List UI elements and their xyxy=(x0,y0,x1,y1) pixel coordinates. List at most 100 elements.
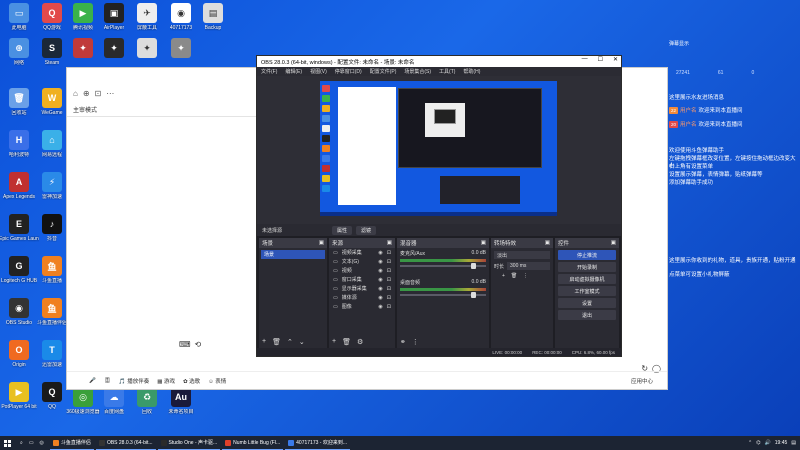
lock-icon[interactable]: ⊡ xyxy=(387,250,391,256)
virtual-camera-button[interactable]: 启动虚拟摄像机 xyxy=(558,274,616,284)
emoji-button[interactable]: ☺ 表情 xyxy=(208,377,226,385)
chrome-icon[interactable]: ◎ xyxy=(40,440,44,446)
more-icon[interactable]: ⋮ xyxy=(412,338,419,346)
stop-streaming-button[interactable]: 停止推流 xyxy=(558,250,616,260)
gamepad-icon[interactable]: ⌨ xyxy=(179,340,191,349)
gift-icon[interactable]: ⊡ xyxy=(95,89,102,98)
desktop-icon[interactable]: Q QQ xyxy=(35,382,69,410)
desktop-icon[interactable]: ⌂ 网易远程 xyxy=(35,130,69,158)
down-icon[interactable]: ⌄ xyxy=(299,338,305,346)
app-center-button[interactable]: 应用中心 xyxy=(631,377,653,385)
desktop-icon[interactable]: ◉ OBS Studio xyxy=(2,298,36,326)
home-icon[interactable]: ⌂ xyxy=(73,89,78,98)
properties-button[interactable]: 属性 xyxy=(332,225,353,235)
delete-icon[interactable]: 🗑 xyxy=(272,338,281,346)
menu-docks[interactable]: 停靠窗口(D) xyxy=(335,68,362,75)
desktop-icon[interactable]: A Apex Legends xyxy=(2,172,36,200)
delete-icon[interactable]: 🗑 xyxy=(511,273,517,279)
taskbar-item[interactable]: Numb Little Bug (Fl... xyxy=(222,436,284,450)
source-item[interactable]: ▭ 窗口采集 ◉ ⊡ xyxy=(329,275,395,284)
desktop-icon[interactable]: ✦ xyxy=(164,38,198,60)
taskbar-item[interactable]: 40717173 - 欢迎来到... xyxy=(285,436,350,450)
history-icon[interactable]: ⟲ xyxy=(195,340,202,349)
music-button[interactable]: 🎵 播放伴奏 xyxy=(119,377,149,385)
settings-button[interactable]: 设置 xyxy=(558,298,616,308)
username[interactable]: 用户名 xyxy=(680,122,697,128)
filters-button[interactable]: 滤镜 xyxy=(356,225,377,235)
taskbar-item[interactable]: OBS 28.0.3 (64-bit... xyxy=(95,436,156,450)
preview-canvas[interactable] xyxy=(320,81,557,216)
source-item[interactable]: ▭ 图像 ◉ ⊡ xyxy=(329,302,395,311)
volume-slider[interactable] xyxy=(400,263,486,269)
visibility-icon[interactable]: ◉ xyxy=(378,250,382,256)
lock-icon[interactable]: ⊡ xyxy=(387,259,391,265)
desktop-icon[interactable]: ✦ xyxy=(66,38,100,60)
start-button[interactable] xyxy=(0,436,14,450)
maximize-icon[interactable]: ☐ xyxy=(598,56,603,63)
desktop-icon[interactable]: E Epic Games Launcher xyxy=(0,214,39,242)
menu-file[interactable]: 文件(F) xyxy=(261,68,277,75)
volume-icon[interactable]: 🔊 xyxy=(765,440,771,446)
desktop-icon[interactable]: ♪ 抖音 xyxy=(35,214,69,242)
desktop-icon[interactable]: G Logitech G HUB xyxy=(1,256,37,284)
volume-slider[interactable] xyxy=(400,292,486,298)
search-icon[interactable]: ⌕ xyxy=(20,440,23,446)
desktop-icon[interactable]: ✈ 屏蔽工具 xyxy=(130,3,164,31)
desktop-icon[interactable]: ◎ 360极速浏览器 xyxy=(66,387,100,415)
visibility-icon[interactable]: ◉ xyxy=(378,268,382,274)
source-item[interactable]: ▭ 媒体源 ◉ ⊡ xyxy=(329,293,395,302)
clock[interactable]: 19:45 xyxy=(775,440,788,446)
desktop-icon[interactable]: T 迅雷加速 xyxy=(35,340,69,368)
visibility-icon[interactable]: ◉ xyxy=(378,277,382,283)
close-icon[interactable]: ✕ xyxy=(613,56,618,63)
exit-button[interactable]: 退出 xyxy=(558,310,616,320)
desktop-icon[interactable]: Au 未命名项目 xyxy=(164,387,198,415)
desktop-icon[interactable]: ⚡ 雷神加速 xyxy=(35,172,69,200)
desktop-icon[interactable]: ♻ 回收 xyxy=(130,387,164,415)
menu-help[interactable]: 帮助(H) xyxy=(463,68,480,75)
add-icon[interactable]: + xyxy=(262,338,266,346)
lock-icon[interactable]: ⊡ xyxy=(387,277,391,283)
duration-input[interactable]: 300 ms xyxy=(507,262,550,270)
notification-icon[interactable]: ▤ xyxy=(791,440,796,446)
source-item[interactable]: ▭ 文本(G) ◉ ⊡ xyxy=(329,257,395,266)
desktop-icon[interactable]: W WeGame xyxy=(35,88,69,116)
song-button[interactable]: ✿ 选歌 xyxy=(183,377,200,385)
desktop-icon[interactable]: S Steam xyxy=(35,38,69,66)
desktop-icon[interactable]: ☁ 百度网盘 xyxy=(97,387,131,415)
settings-icon[interactable]: ⚙ xyxy=(357,338,363,346)
desktop-icon[interactable]: 鱼斗鱼直播伴侣 xyxy=(35,298,69,326)
source-item[interactable]: ▭ 视频采集 ◉ ⊡ xyxy=(329,248,395,257)
tray-expand-icon[interactable]: ⌃ xyxy=(748,440,752,446)
up-icon[interactable]: ⌃ xyxy=(287,338,293,346)
scene-item[interactable]: 场景 xyxy=(261,250,325,259)
globe-icon[interactable]: ⊕ xyxy=(83,89,90,98)
more-icon[interactable]: ⋯ xyxy=(106,89,114,98)
desktop-icon[interactable]: H 哈利波特 xyxy=(2,130,36,158)
visibility-icon[interactable]: ◉ xyxy=(378,295,382,301)
lock-icon[interactable]: ⊡ xyxy=(387,268,391,274)
game-button[interactable]: ▦ 游戏 xyxy=(157,377,175,385)
taskbar-item[interactable]: 斗鱼直播伴侣 xyxy=(49,436,94,450)
transition-select[interactable]: 淡出 xyxy=(494,251,550,259)
mixer-button[interactable]: 🎚 xyxy=(104,378,111,384)
desktop-icon[interactable]: ✦ xyxy=(130,38,164,60)
desktop-icon[interactable]: ▣ AirPlayer xyxy=(97,3,131,31)
link-icon[interactable]: ⚭ xyxy=(400,338,406,346)
task-view-icon[interactable]: ▭ xyxy=(29,440,34,446)
desktop-icon[interactable]: 🗑 回收站 xyxy=(2,88,36,116)
menu-view[interactable]: 视图(V) xyxy=(310,68,327,75)
desktop-icon[interactable]: ▤ Backup xyxy=(196,3,230,31)
taskbar-item[interactable]: Studio One - 声卡驱... xyxy=(157,436,221,450)
desktop-icon[interactable]: ⊕ 网络 xyxy=(2,38,36,66)
menu-profile[interactable]: 配置文件(P) xyxy=(370,68,397,75)
source-item[interactable]: ▭ 显示器采集 ◉ ⊡ xyxy=(329,284,395,293)
studio-mode-button[interactable]: 工作室模式 xyxy=(558,286,616,296)
lock-icon[interactable]: ⊡ xyxy=(387,286,391,292)
desktop-icon[interactable]: ▭ 此电脑 xyxy=(2,3,36,31)
desktop-icon[interactable]: 鱼斗鱼直播 xyxy=(35,256,69,284)
minimize-icon[interactable]: — xyxy=(582,56,588,63)
desktop-icon[interactable]: Q QQ游戏 xyxy=(35,3,69,31)
menu-scene-collection[interactable]: 场景集合(S) xyxy=(404,68,431,75)
more-icon[interactable]: ⋮ xyxy=(523,273,528,279)
